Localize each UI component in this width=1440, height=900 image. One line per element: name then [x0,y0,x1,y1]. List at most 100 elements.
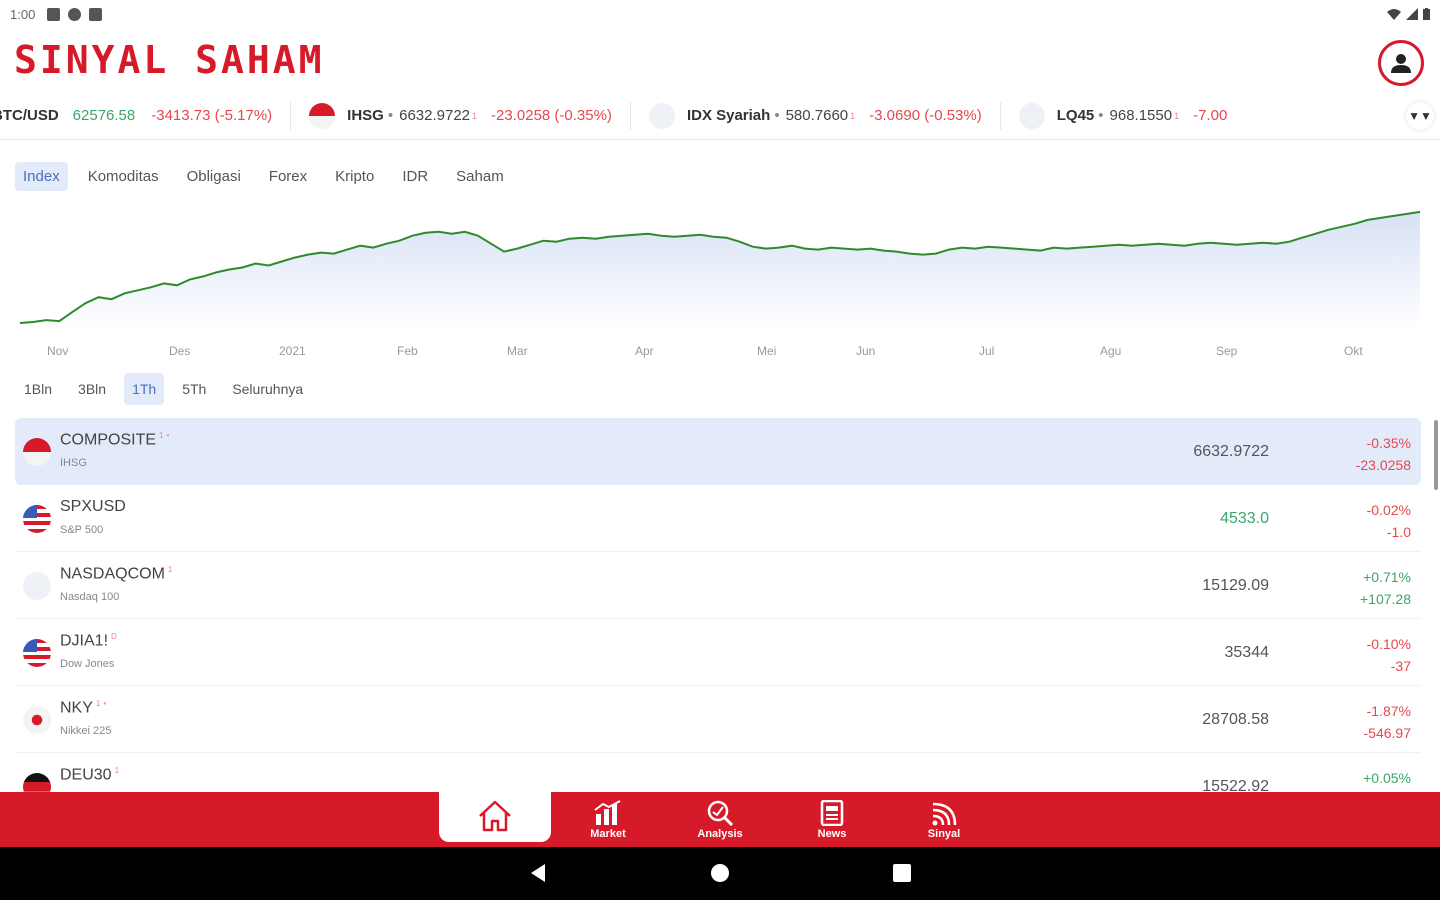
ticker-item[interactable]: BTC/USD 62576.58 -3413.73 (-5.17%) [0,101,292,130]
index-list: COMPOSITE 1 • IHSG 6632.9722 -0.35% -23.025… [15,418,1421,792]
status-notification-icons [47,7,103,21]
row-name: Dow Jones [60,658,115,670]
chart-x-tick-label: Jun [856,344,875,358]
ticker-item[interactable]: LQ45 • 968.1550 1 -7.00 [1001,102,1246,130]
tab-obligasi[interactable]: Obligasi [179,162,249,191]
ticker-superscript: 1 [1174,110,1180,121]
chart-x-tick-label: Jul [979,344,994,358]
row-price: 15522.92 [1202,778,1269,792]
chart-x-tick-label: Sep [1216,344,1238,358]
indonesia-flag-icon [23,438,51,466]
tab-komoditas[interactable]: Komoditas [80,162,167,191]
list-scrollbar[interactable] [1434,420,1438,490]
index-row-nasdaqcom[interactable]: NASDAQCOM 1 Nasdaq 100 15129.09 +0.71% +10… [15,552,1421,619]
index-row-deu30[interactable]: DEU30 1 15522.92 +0.05% [15,753,1421,792]
nav-market[interactable]: Market [552,792,664,847]
chart-x-tick-label: Okt [1344,344,1363,358]
japan-flag-icon [23,706,51,734]
timeframe-1th[interactable]: 1Th [124,373,165,405]
row-name: IHSG [60,457,87,469]
index-placeholder-icon [648,102,675,129]
row-price: 15129.09 [1202,577,1269,594]
ticker-symbol: LQ45 [1056,107,1095,124]
bottom-navigation: Market Analysis News Sinyal [0,792,1440,847]
market-category-tabs: Index Komoditas Obligasi Forex Kripto ID… [15,162,522,191]
us-flag-icon [23,639,51,667]
tab-saham[interactable]: Saham [448,162,512,191]
ticker-item[interactable]: IDX Syariah • 580.7660 1 -3.0690 (-0.53%… [631,101,1001,130]
ticker-dot: • [387,107,394,124]
cell-signal-icon [1406,8,1418,20]
profile-button[interactable] [1378,40,1424,86]
chart-x-tick-label: Apr [635,344,654,358]
chart-x-tick-label: 2021 [279,344,306,358]
tab-idr[interactable]: IDR [394,162,436,191]
row-price: 4533.0 [1220,510,1269,527]
back-icon[interactable] [528,863,548,883]
nav-label: Sinyal [927,827,961,840]
ticker-superscript: 1 [850,110,856,121]
timeframe-1bln[interactable]: 1Bln [16,373,60,405]
tab-forex[interactable]: Forex [261,162,315,191]
timeframe-seluruhnya[interactable]: Seluruhnya [224,373,311,405]
wifi-icon [1387,9,1401,20]
home-circle-icon[interactable] [710,863,730,883]
timeframe-5th[interactable]: 5Th [174,373,214,405]
index-row-nky[interactable]: NKY 1 • Nikkei 225 28708.58 -1.87% -546.97 [15,686,1421,753]
row-change: -0.02% -1.0 [1366,502,1411,540]
ticker-expand-button[interactable]: ▼▼ [1406,102,1434,130]
system-navigation-bar [0,847,1440,900]
chart-x-axis: Nov Des 2021 Feb Mar Apr Mei Jun Jul Agu Sep Okt [47,344,1363,358]
row-change: -0.35% -23.0258 [1355,435,1411,473]
status-bar: 1:00 [0,0,1440,28]
row-name: S&P 500 [60,524,104,536]
chart-x-tick-label: Feb [397,344,418,358]
row-price: 35344 [1224,644,1270,661]
row-symbol: NASDAQCOM 1 [60,565,173,583]
chart-x-tick-label: Nov [47,344,68,358]
nav-home[interactable] [439,792,551,842]
row-change: +0.05% [1363,770,1411,786]
index-price-chart[interactable]: Nov Des 2021 Feb Mar Apr Mei Jun Jul Agu Sep Okt [16,200,1424,370]
app-header: SINYAL SAHAM [0,28,1440,92]
app-logo: SINYAL SAHAM [14,38,325,82]
ticker-symbol: BTC/USD [0,107,59,124]
nav-label: Market [590,827,626,840]
signal-icon [932,802,957,825]
chart-x-tick-label: Mei [757,344,776,358]
ticker-item[interactable]: IHSG • 6632.9722 1 -23.0258 (-0.35%) [291,101,631,130]
nav-analysis[interactable]: Analysis [664,792,776,847]
user-icon [1391,54,1411,73]
ticker-change: -23.0258 (-0.35%) [491,107,612,124]
tab-index[interactable]: Index [15,162,68,191]
row-name: Nasdaq 100 [60,591,120,603]
row-symbol: DJIA1! D [60,632,117,650]
row-symbol: NKY 1 • [60,699,107,717]
row-price: 28708.58 [1202,711,1269,728]
row-symbol: SPXUSD [60,498,126,515]
us-flag-icon [23,505,51,533]
ticker-dot: • [1098,107,1104,124]
ticker-change: -7.00 [1193,107,1228,124]
nav-news[interactable]: News [776,792,888,847]
index-row-spxusd[interactable]: SPXUSD S&P 500 4533.0 -0.02% -1.0 [15,485,1421,552]
ticker-change: -3413.73 (-5.17%) [151,107,273,124]
index-placeholder-icon [1018,102,1045,129]
index-row-djia[interactable]: DJIA1! D Dow Jones 35344 -0.10% -37 [15,619,1421,686]
recents-icon[interactable] [892,863,912,883]
home-icon [479,800,511,832]
analysis-magnifier-icon [707,800,734,826]
ticker-symbol: IHSG [347,107,384,124]
nav-label: News [817,827,847,840]
tab-kripto[interactable]: Kripto [327,162,382,191]
ticker-price: 62576.58 [72,107,136,124]
market-chart-icon [594,799,621,825]
image-notification-icon [47,7,61,21]
row-symbol: DEU30 1 [60,766,120,784]
nav-sinyal[interactable]: Sinyal [888,792,1000,847]
ticker-price: 968.1550 [1109,107,1173,124]
timeframe-3bln[interactable]: 3Bln [70,373,114,405]
chart-x-tick-label: Mar [507,344,528,358]
index-row-composite[interactable]: COMPOSITE 1 • IHSG 6632.9722 -0.35% -23.025… [15,418,1421,485]
ticker-price: 6632.9722 [399,107,471,124]
